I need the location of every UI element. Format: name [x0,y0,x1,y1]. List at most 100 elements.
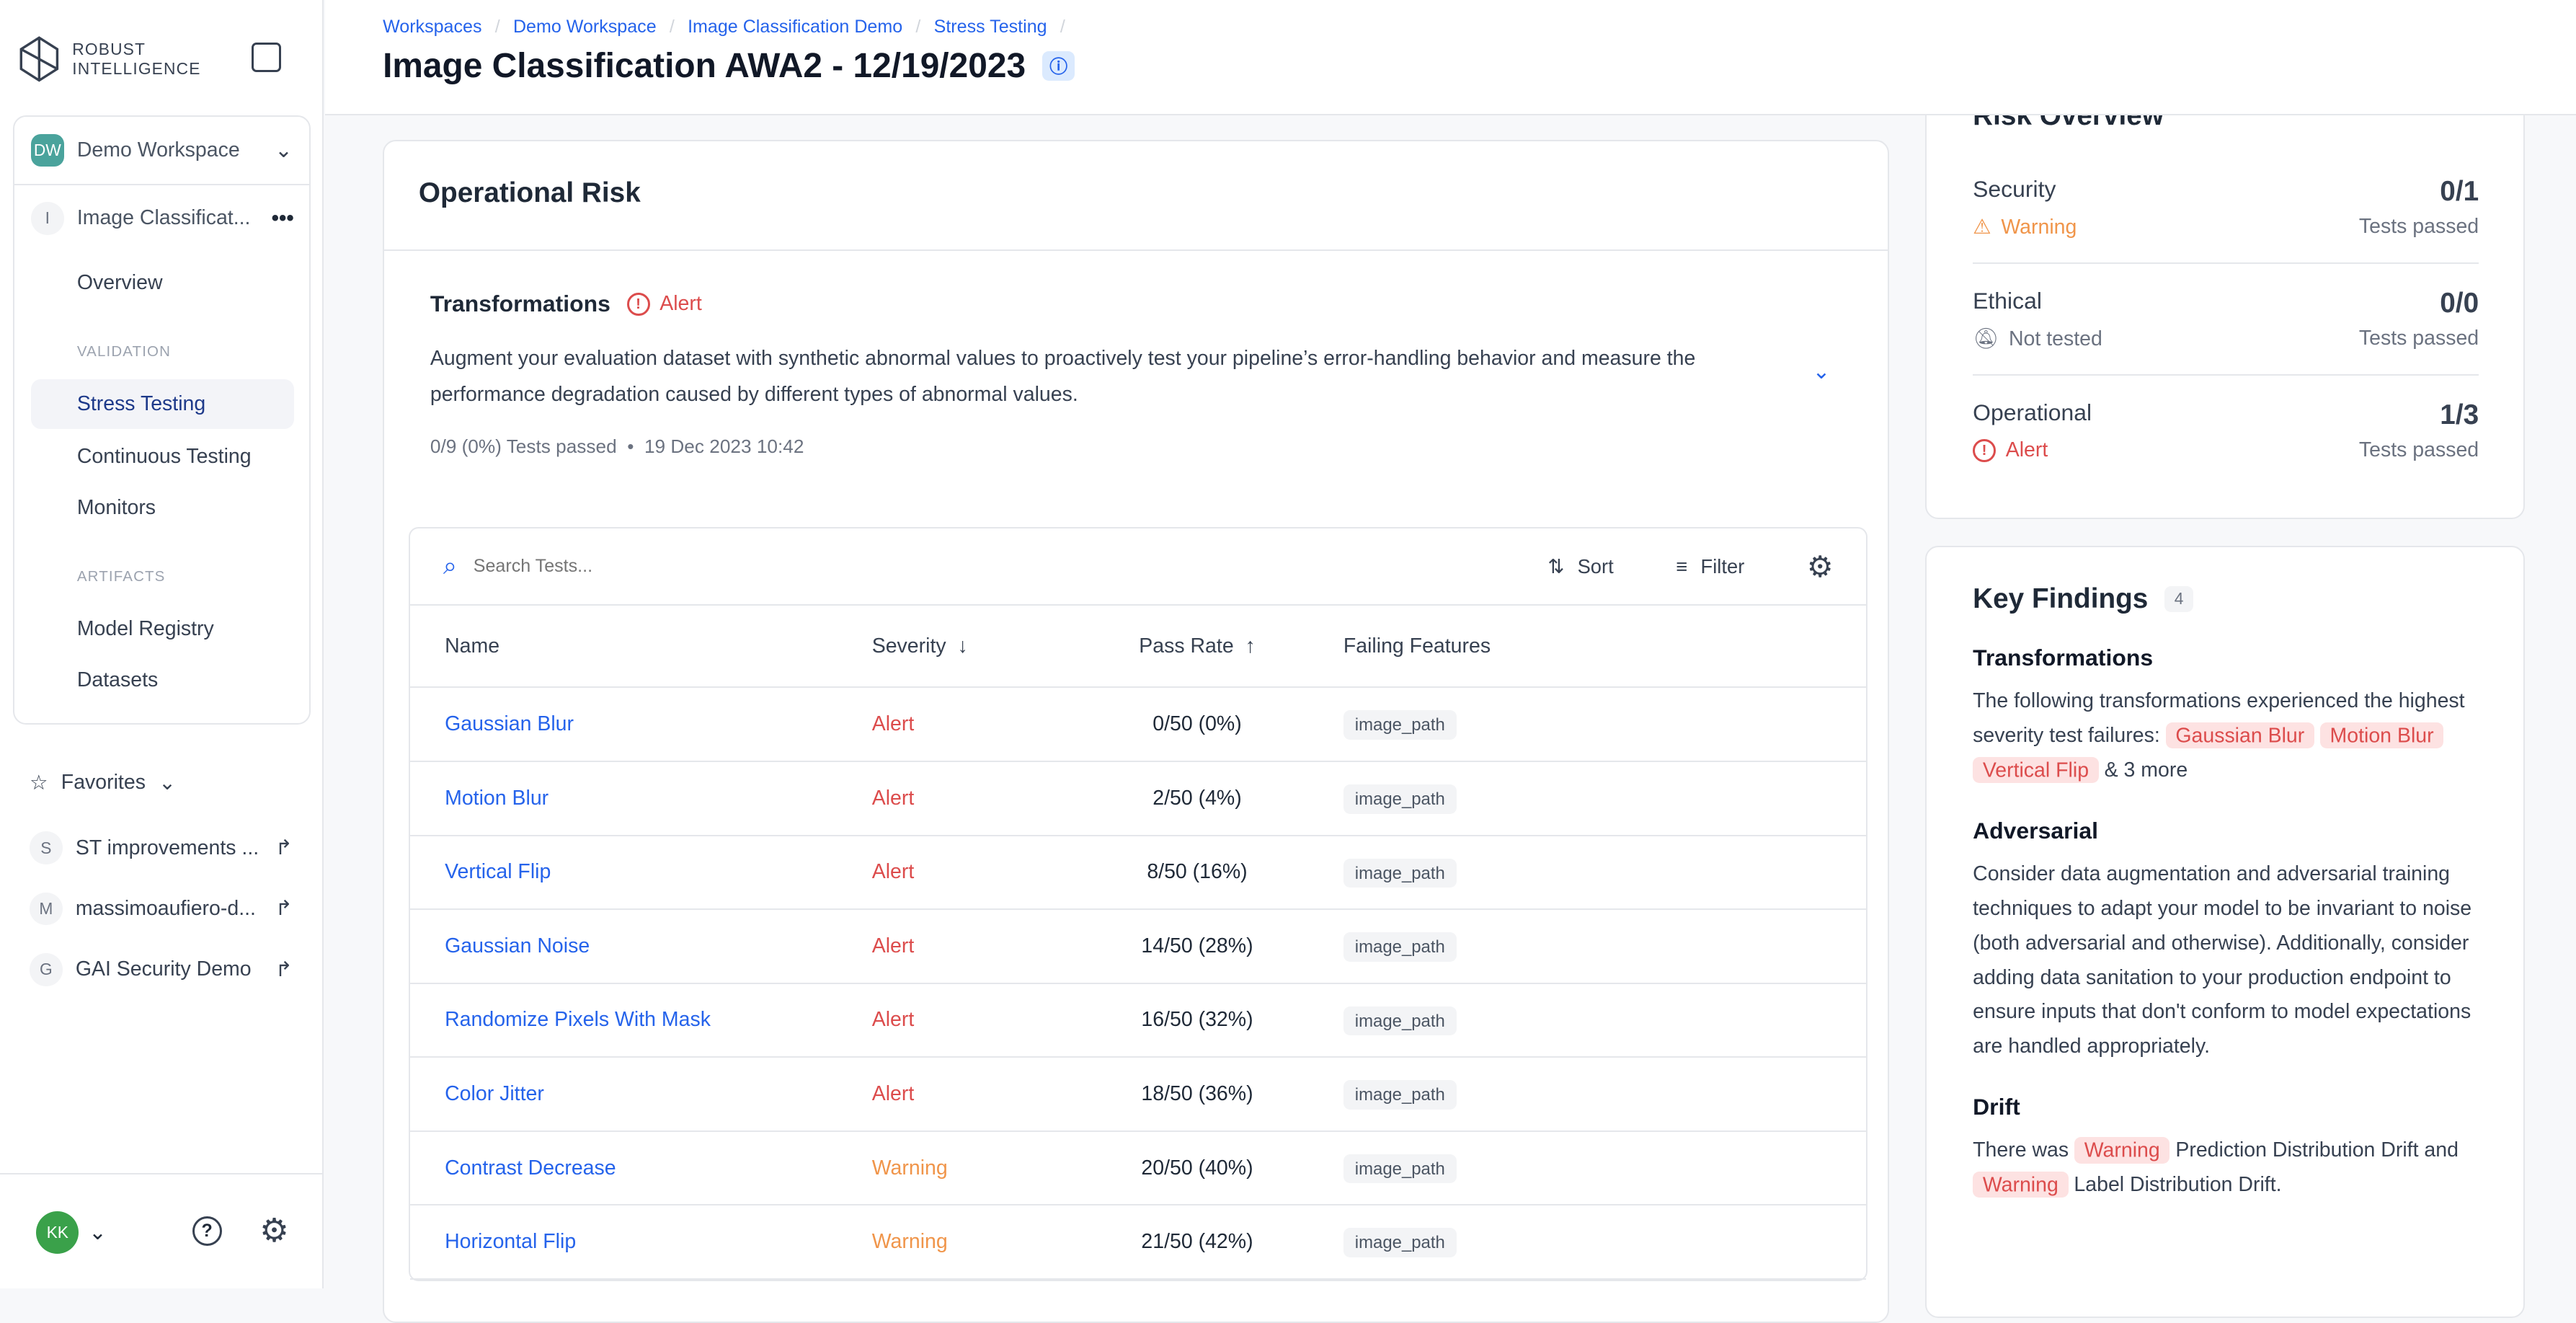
breadcrumb-stress-testing[interactable]: Stress Testing [934,17,1047,37]
settings-gear-icon[interactable]: ⚙ [259,1211,289,1249]
pass-rate: 2/50 (4%) [1152,786,1242,810]
filter-label: Filter [1700,554,1745,578]
chevron-down-icon[interactable]: ⌄ [1813,358,1831,384]
breadcrumb-project[interactable]: Image Classification Demo [688,17,902,37]
run-date: 19 Dec 2023 10:42 [644,435,804,458]
share-arrow-icon[interactable]: ↱ [275,896,293,921]
nav-overview[interactable]: Overview [31,258,294,307]
bell-off-icon: 🔕︎ [1973,327,1999,351]
sort-button[interactable]: ⇅ Sort [1547,555,1613,578]
table-row[interactable]: Horizontal Flip Warning 21/50 (42%) image_p… [410,1205,1867,1280]
more-icon[interactable]: ••• [272,206,294,231]
table-row[interactable]: Gaussian Noise Alert 14/50 (28%) image_path [410,910,1867,984]
column-severity[interactable]: Severity ↓ [872,634,1084,658]
workspace-avatar: DW [31,133,64,167]
info-icon[interactable]: ⓘ [1041,50,1075,81]
breadcrumb-demo-workspace[interactable]: Demo Workspace [513,17,657,37]
sidebar: ROBUST INTELLIGENCE DW Demo Workspace ⌄ I… [0,0,324,1288]
logo[interactable]: ROBUST INTELLIGENCE [19,36,200,82]
failing-feature-chip: image_path [1343,932,1457,962]
table-row[interactable]: Contrast Decrease Warning 20/50 (40%) image… [410,1132,1867,1206]
user-menu[interactable]: KK ⌄ [36,1211,107,1255]
failing-feature-chip: image_path [1343,858,1457,888]
column-failing-features[interactable]: Failing Features [1310,634,1491,658]
failing-feature-chip: image_path [1343,710,1457,740]
test-name[interactable]: Vertical Flip [410,860,871,884]
pass-rate: 0/50 (0%) [1152,712,1242,736]
sort-icon: ⇅ [1547,554,1565,578]
test-name[interactable]: Gaussian Noise [410,934,871,958]
finding-tag: Motion Blur [2319,722,2444,749]
severity: Alert [871,934,915,957]
test-name[interactable]: Horizontal Flip [410,1230,871,1254]
share-arrow-icon[interactable]: ↱ [275,957,293,982]
sort-label: Sort [1577,554,1614,578]
card-title: Operational Risk [384,141,1888,252]
card-title: Key Findings [1973,583,2149,614]
column-name[interactable]: Name [410,634,871,658]
nav-stress-testing[interactable]: Stress Testing [31,379,294,429]
nav-model-registry[interactable]: Model Registry [31,604,294,653]
transformations-section: Transformations ! Alert Augment your eval… [384,251,1888,501]
nav-datasets[interactable]: Datasets [31,655,294,704]
workspace-selector[interactable]: DW Demo Workspace ⌄ [14,117,309,186]
favorites-toggle[interactable]: ☆ Favorites ⌄ [30,771,293,795]
favorite-item[interactable]: S ST improvements ... ↱ [30,831,293,864]
star-icon: ☆ [30,771,48,795]
section-validation: VALIDATION [76,343,172,360]
table-row[interactable]: Randomize Pixels With Mask Alert 16/50 (32… [410,984,1867,1058]
severity: Warning [871,1156,948,1180]
pass-rate: 8/50 (16%) [1147,860,1248,884]
table-row[interactable]: Gaussian Blur Alert 0/50 (0%) image_path [410,688,1867,762]
finding-text: Consider data augmentation and adversari… [1973,862,2472,1058]
workspace-panel: DW Demo Workspace ⌄ I Image Classificat.… [13,115,311,725]
page-header: Workspaces / Demo Workspace / Image Classi… [325,0,2576,115]
test-name[interactable]: Gaussian Blur [410,712,871,736]
brand-line2: INTELLIGENCE [72,59,201,79]
warning-triangle-icon: ⚠ [1973,216,1991,239]
favorite-name: GAI Security Demo [75,957,252,981]
table-row[interactable]: Color Jitter Alert 18/50 (36%) image_path [410,1058,1867,1132]
test-name[interactable]: Randomize Pixels With Mask [410,1008,871,1032]
project-item[interactable]: I Image Classificat... ••• [31,202,294,235]
search-icon: ⌕ [443,552,457,580]
settings-gear-icon[interactable]: ⚙ [1807,549,1834,584]
findings-count: 4 [2164,585,2194,612]
tests-table: ⌕ ⇅ Sort ≡ Filter ⚙ Name Severity ↓ Pass R… [409,527,1868,1281]
risk-row-operational: Operational 1/3! Alert Tests passed [1973,399,2479,462]
share-arrow-icon[interactable]: ↱ [275,836,293,860]
pass-rate: 16/50 (32%) [1141,1008,1253,1032]
breadcrumb: Workspaces / Demo Workspace / Image Classi… [383,16,1065,37]
breadcrumb-workspaces[interactable]: Workspaces [383,17,481,37]
search-input[interactable] [473,556,1548,578]
column-pass-rate[interactable]: Pass Rate ↑ [1084,634,1311,658]
favorite-name: ST improvements ... [75,836,259,859]
help-icon[interactable]: ? [192,1216,222,1246]
favorite-avatar: M [30,892,63,926]
test-name[interactable]: Motion Blur [410,787,871,810]
test-name[interactable]: Contrast Decrease [410,1156,871,1180]
nav-continuous-testing[interactable]: Continuous Testing [31,432,294,481]
severity: Alert [871,786,915,810]
collapse-sidebar-icon[interactable] [251,43,281,73]
test-name[interactable]: Color Jitter [410,1082,871,1106]
favorite-item[interactable]: Mmassimoaufiero-d... ↱ [30,892,293,926]
nav-monitors[interactable]: Monitors [31,483,294,532]
table-row[interactable]: Vertical Flip Alert 8/50 (16%) image_path [410,836,1867,911]
favorite-avatar: S [30,831,63,864]
failing-feature-chip: image_path [1343,1154,1457,1184]
filter-button[interactable]: ≡ Filter [1676,555,1744,578]
arrow-up-icon: ↑ [1239,634,1256,658]
favorite-avatar: G [30,952,63,986]
table-row[interactable]: Motion Blur Alert 2/50 (4%) image_path [410,762,1867,836]
arrow-down-icon: ↓ [951,634,968,658]
tests-summary: 0/9 (0%) Tests passed [430,435,617,458]
finding-title: Drift [1973,1094,2020,1120]
section-artifacts: ARTIFACTS [76,568,166,585]
favorite-item[interactable]: G GAI Security Demo ↱ [30,952,293,986]
table-header: Name Severity ↓ Pass Rate ↑ Failing Feat… [410,606,1867,689]
page-title: Image Classification AWA2 - 12/19/2023 [383,46,1026,85]
project-avatar: I [31,202,64,235]
favorites-label: Favorites [61,771,146,795]
alert-circle-icon: ! [626,292,650,316]
